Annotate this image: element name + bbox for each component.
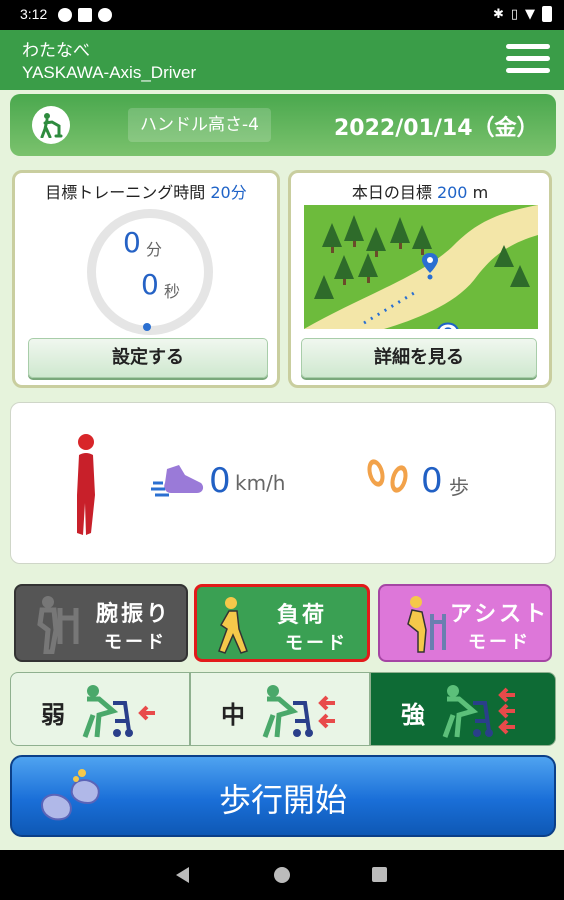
load-mode-label: 負荷 xyxy=(277,603,328,628)
steps-unit: 歩 xyxy=(449,475,469,499)
training-target-unit: 分 xyxy=(230,183,247,202)
elderly-walker-icon xyxy=(407,596,446,653)
goal-target-unit: m xyxy=(467,183,489,202)
intensity-medium-label: 中 xyxy=(221,701,245,729)
intensity-medium-button[interactable]: 中 xyxy=(190,672,370,746)
sync-icon xyxy=(98,8,112,22)
back-icon[interactable] xyxy=(176,867,189,883)
current-date: 2022/01/14（金） xyxy=(334,116,539,141)
training-time-card: 目標トレーニング時間 20分 0 分 0 秒 設定する xyxy=(12,170,280,388)
battery-icon xyxy=(542,6,552,22)
view-details-button[interactable]: 詳細を見る xyxy=(301,338,537,378)
set-target-button[interactable]: 設定する xyxy=(28,338,268,378)
intensity-strong-label: 強 xyxy=(401,701,425,729)
app-bar: わたなべ YASKAWA-Axis_Driver xyxy=(0,30,564,90)
route-map-illustration: 0 m xyxy=(304,205,538,329)
goal-title-text: 本日の目標 xyxy=(351,183,432,202)
bluetooth-icon: ✱ xyxy=(492,6,504,22)
walker-medium-icon xyxy=(262,685,335,738)
load-mode-sublabel: モード xyxy=(285,633,348,654)
wifi-icon: ▼ xyxy=(525,6,535,22)
walker-weak-icon xyxy=(82,685,155,738)
speed-unit: km/h xyxy=(235,471,286,495)
assist-mode-button[interactable]: アシスト モード xyxy=(378,584,552,662)
training-title-text: 目標トレーニング時間 xyxy=(45,183,206,202)
walker-strong-icon xyxy=(442,685,515,738)
timer-seconds: 0 xyxy=(141,268,159,301)
assist-mode-sublabel: モード xyxy=(468,632,531,653)
daily-goal-title: 本日の目標 200 m xyxy=(291,179,549,203)
start-walking-button[interactable]: 歩行開始 xyxy=(10,755,556,837)
intensity-weak-label: 弱 xyxy=(41,701,65,729)
load-mode-button[interactable]: 負荷 モード xyxy=(194,584,370,662)
walker-icon xyxy=(32,106,70,144)
daily-goal-card: 本日の目標 200 m 0 m 詳細を見る xyxy=(288,170,552,388)
notification-icon xyxy=(58,8,72,22)
sub-header: ハンドル高さ-4 2022/01/14（金） xyxy=(10,94,556,156)
arm-swing-mode-label: 腕振り xyxy=(96,602,172,627)
person-standing-icon xyxy=(77,434,95,535)
walking-person-icon xyxy=(218,597,248,654)
steps-value: 0 xyxy=(421,461,443,501)
timer-ring: 0 分 0 秒 xyxy=(87,209,213,335)
status-time: 3:12 xyxy=(20,6,48,22)
assist-mode-label: アシスト xyxy=(450,602,550,627)
image-notification-icon xyxy=(78,8,92,22)
arm-swing-mode-button[interactable]: 腕振り モード xyxy=(14,584,188,662)
notification-icons xyxy=(58,8,112,22)
start-walking-label: 歩行開始 xyxy=(218,781,347,819)
system-icons: ✱ ▯ ▼ xyxy=(493,6,552,22)
intensity-strong-button[interactable]: 強 xyxy=(370,672,556,746)
training-time-title: 目標トレーニング時間 20分 xyxy=(15,179,277,203)
menu-icon[interactable] xyxy=(506,44,550,76)
arm-swing-mode-sublabel: モード xyxy=(104,632,167,653)
distance-value: 0 m xyxy=(434,316,515,329)
device-name: YASKAWA-Axis_Driver xyxy=(22,63,197,82)
user-name: わたなべ xyxy=(22,41,90,61)
timer-progress-dot xyxy=(143,323,151,331)
status-bar: 3:12 ✱ ▯ ▼ xyxy=(0,0,564,30)
vibrate-icon: ▯ xyxy=(510,6,518,22)
shoe-speed-icon xyxy=(151,465,204,497)
walking-stats-panel: 0 km/h 0 歩 xyxy=(10,402,556,564)
timer-minutes: 0 xyxy=(123,226,141,259)
handle-height-label: ハンドル高さ-4 xyxy=(128,108,271,142)
timer-seconds-unit: 秒 xyxy=(164,282,181,301)
speed-value: 0 xyxy=(209,461,231,501)
intensity-weak-button[interactable]: 弱 xyxy=(10,672,190,746)
recent-apps-icon[interactable] xyxy=(372,867,387,882)
android-nav-bar xyxy=(0,850,564,900)
timer-minutes-unit: 分 xyxy=(146,240,163,259)
home-icon[interactable] xyxy=(274,867,290,883)
footprints-icon xyxy=(367,459,408,493)
training-target-value: 20 xyxy=(210,183,231,202)
arm-swing-walker-icon xyxy=(37,596,79,654)
goal-target-value: 200 xyxy=(436,183,468,202)
